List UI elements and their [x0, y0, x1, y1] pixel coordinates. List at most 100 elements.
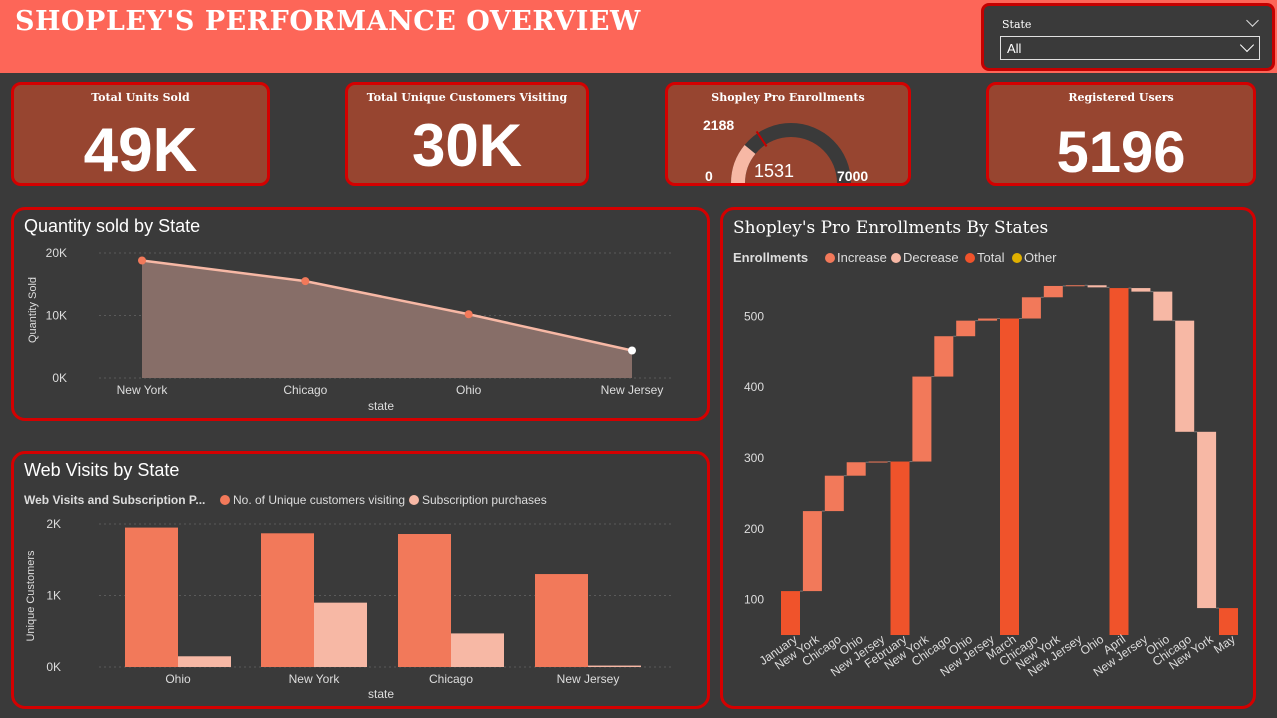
web-visits-panel: Web Visits by State Web Visits and Subsc…: [11, 451, 710, 709]
web-visits-chart: Web Visits and Subscription P... No. of …: [24, 493, 674, 701]
page-title: SHOPLEY'S PERFORMANCE OVERVIEW: [15, 6, 641, 37]
y-tick-label: 400: [744, 380, 764, 394]
waterfall-bar[interactable]: [868, 461, 888, 463]
bar[interactable]: [261, 533, 314, 667]
y-tick-label: 100: [744, 593, 764, 607]
slicer-label: State: [1002, 18, 1032, 31]
y-axis-label: Quantity Sold: [27, 277, 39, 343]
data-point[interactable]: [464, 310, 473, 319]
chevron-down-icon[interactable]: [1239, 37, 1255, 53]
gauge-max-label: 7000: [837, 168, 868, 184]
collapse-chevron-icon[interactable]: [1246, 14, 1259, 27]
state-dropdown[interactable]: All: [1000, 36, 1260, 60]
legend-title: Enrollments: [733, 250, 808, 265]
x-tick-label: New York: [289, 672, 341, 686]
y-tick-label: 1K: [46, 589, 61, 603]
waterfall-bar[interactable]: [1175, 320, 1195, 432]
legend-marker: [825, 253, 835, 263]
x-tick-label: May: [1211, 632, 1238, 656]
state-dropdown-value: All: [1007, 41, 1022, 56]
waterfall-bar[interactable]: [1197, 431, 1217, 609]
waterfall-bar[interactable]: [1087, 285, 1107, 288]
bar[interactable]: [178, 656, 231, 667]
y-tick-label: 0K: [46, 660, 61, 674]
x-tick-label: New Jersey: [557, 672, 620, 686]
x-tick-label: New York: [117, 383, 169, 397]
kpi-card-pro-enrollments: Shopley Pro Enrollments 2188 0 7000 1531: [665, 82, 911, 186]
legend-item[interactable]: Total: [977, 250, 1005, 265]
kpi-value: 5196: [1056, 120, 1186, 185]
y-tick-label: 0K: [52, 371, 67, 385]
y-tick-label: 2K: [46, 517, 61, 531]
kpi-card-unique-customers: Total Unique Customers Visiting 30K: [345, 82, 589, 186]
waterfall-bar[interactable]: [1065, 285, 1085, 287]
legend-marker-subscriptions: [409, 495, 419, 505]
waterfall-bar[interactable]: [802, 511, 822, 592]
y-tick-label: 300: [744, 451, 764, 465]
bar[interactable]: [451, 633, 504, 667]
bar[interactable]: [125, 527, 178, 667]
data-point[interactable]: [138, 256, 146, 265]
enrollment-gauge: 2188 0 7000 1531: [703, 117, 868, 184]
waterfall-bar[interactable]: [1043, 285, 1063, 298]
legend-item-subscriptions[interactable]: Subscription purchases: [422, 493, 547, 507]
pro-enrollments-chart: Enrollments Increase Decrease Total Other 1…: [733, 250, 1238, 679]
kpi-title: Total Unique Customers Visiting: [366, 91, 568, 104]
waterfall-bar[interactable]: [1021, 297, 1041, 319]
waterfall-bar[interactable]: [956, 320, 976, 337]
x-axis-label: state: [368, 687, 394, 701]
waterfall-bar[interactable]: [781, 591, 800, 635]
quantity-sold-chart: 0K 10K 20K New York Chicago Ohio New Jersey s…: [27, 246, 674, 413]
kpi-card-units-sold: Total Units Sold 49K: [11, 82, 270, 186]
waterfall-bar[interactable]: [1131, 288, 1151, 292]
x-axis-label: state: [368, 399, 394, 413]
x-tick-label: Ohio: [456, 383, 482, 397]
kpi-value: 49K: [83, 116, 198, 185]
x-tick-label: Ohio: [165, 672, 191, 686]
waterfall-bar[interactable]: [912, 376, 932, 462]
data-point[interactable]: [301, 277, 310, 286]
bar[interactable]: [535, 574, 588, 667]
quantity-sold-panel: Quantity sold by State 0K 10K 20K New York…: [11, 207, 710, 421]
bar[interactable]: [314, 602, 367, 667]
kpi-title: Registered Users: [1068, 91, 1174, 104]
kpi-title: Total Units Sold: [91, 91, 190, 104]
legend-marker: [965, 253, 975, 263]
waterfall-bar[interactable]: [978, 318, 998, 321]
gauge-value-label: 1531: [754, 161, 794, 181]
x-tick-label: New Jersey: [601, 383, 664, 397]
legend-marker: [891, 253, 901, 263]
gauge-target-label: 2188: [703, 117, 734, 133]
legend-marker-visitors: [220, 495, 230, 505]
gauge-min-label: 0: [705, 168, 713, 184]
waterfall-bar[interactable]: [1000, 318, 1019, 635]
legend-item[interactable]: Other: [1024, 250, 1057, 265]
pro-enrollments-panel: Shopley's Pro Enrollments By States Enro…: [720, 207, 1256, 709]
legend-marker: [1012, 253, 1022, 263]
data-point[interactable]: [628, 346, 636, 355]
x-tick-label: Chicago: [283, 383, 327, 397]
bar[interactable]: [588, 665, 641, 667]
kpi-value: 30K: [411, 112, 523, 179]
y-tick-label: 20K: [46, 246, 67, 260]
y-tick-label: 500: [744, 309, 764, 323]
waterfall-bar[interactable]: [890, 461, 910, 635]
legend-item[interactable]: Increase: [837, 250, 887, 265]
kpi-card-registered-users: Registered Users 5196: [986, 82, 1256, 186]
legend-item[interactable]: Decrease: [903, 250, 959, 265]
legend-item-visitors[interactable]: No. of Unique customers visiting: [233, 493, 405, 507]
y-axis-label: Unique Customers: [25, 550, 37, 642]
y-tick-label: 200: [744, 522, 764, 536]
waterfall-bar[interactable]: [1109, 288, 1129, 635]
y-tick-label: 10K: [46, 309, 67, 323]
waterfall-bar[interactable]: [934, 336, 954, 377]
waterfall-bar[interactable]: [824, 475, 844, 512]
state-slicer[interactable]: State All: [981, 3, 1275, 71]
x-tick-label: Chicago: [429, 672, 473, 686]
legend-title: Web Visits and Subscription P...: [24, 493, 205, 507]
waterfall-bar[interactable]: [1219, 608, 1238, 635]
area-fill: [142, 260, 632, 378]
waterfall-bar[interactable]: [1153, 291, 1173, 321]
waterfall-bar[interactable]: [846, 462, 866, 476]
bar[interactable]: [398, 534, 451, 667]
